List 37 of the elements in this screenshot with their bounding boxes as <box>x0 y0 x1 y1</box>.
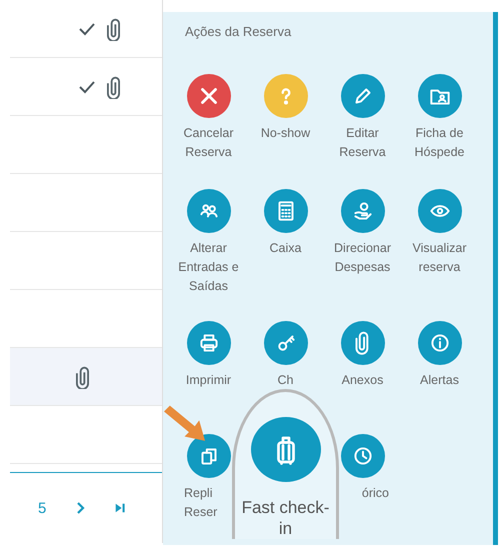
action-button[interactable] <box>340 74 384 118</box>
action-button[interactable] <box>186 74 230 118</box>
action-button[interactable] <box>186 321 230 365</box>
action-label: Visualizar reserva <box>412 240 468 276</box>
page-number[interactable]: 5 <box>38 500 46 516</box>
action-button[interactable] <box>418 321 462 365</box>
action-label: Alterar Entradas e Saídas <box>177 240 240 295</box>
action-button[interactable] <box>186 189 230 233</box>
panel-title: Ações da Reserva <box>185 24 292 41</box>
pointer-arrow <box>164 405 208 443</box>
action-label: Ch <box>276 372 294 389</box>
action-button[interactable] <box>186 434 230 478</box>
paperclip-icon[interactable] <box>76 364 89 388</box>
action-label: Repli Reser <box>184 485 218 521</box>
action-label: Ficha de Hóspede <box>413 125 466 161</box>
action-label: Editar Reserva <box>338 125 387 161</box>
paperclip-icon[interactable] <box>107 74 120 98</box>
last-page-icon[interactable] <box>114 501 126 515</box>
action-button[interactable] <box>340 321 384 365</box>
action-button[interactable] <box>418 74 462 118</box>
action-label: No-show <box>260 125 312 142</box>
action-button[interactable] <box>264 74 308 118</box>
action-label: Cancelar Reserva <box>182 125 235 161</box>
action-button[interactable] <box>340 189 384 233</box>
action-button[interactable] <box>264 189 308 233</box>
next-page-icon[interactable] <box>74 501 86 515</box>
action-label: Fast check-in <box>240 497 330 539</box>
paperclip-icon[interactable] <box>107 16 120 40</box>
action-label: Anexos <box>340 372 384 389</box>
action-label: órico <box>362 485 389 502</box>
action-label: Caixa <box>268 240 302 257</box>
action-label: Imprimir <box>184 372 232 389</box>
action-button[interactable] <box>264 321 308 365</box>
action-label: Direcionar Despesas <box>333 240 392 276</box>
action-label: Alertas <box>419 372 460 389</box>
action-button[interactable] <box>418 189 462 233</box>
action-button[interactable] <box>340 434 384 478</box>
